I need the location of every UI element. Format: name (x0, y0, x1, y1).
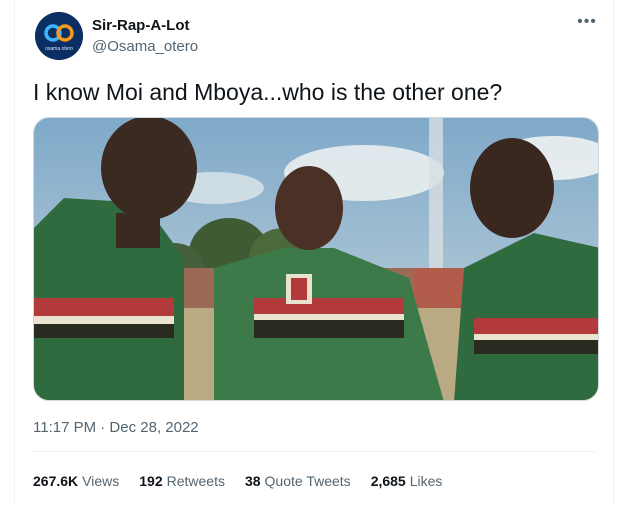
user-info: Sir-Rap-A-Lot @Osama_otero (92, 16, 198, 57)
likes-stat[interactable]: 2,685 Likes (371, 471, 443, 491)
avatar-logo: osama otero (35, 12, 83, 60)
retweets-count: 192 (139, 473, 163, 489)
tweet-timestamp[interactable]: 11:17 PM · Dec 28, 2022 (33, 418, 199, 438)
views-count: 267.6K (33, 473, 79, 489)
tweet-text: I know Moi and Mboya...who is the other … (33, 79, 503, 105)
more-horizontal-icon[interactable]: ••• (575, 14, 599, 34)
views-stat[interactable]: 267.6K Views (33, 471, 119, 491)
divider (33, 451, 597, 452)
likes-label: Likes (409, 473, 443, 489)
photo-image (34, 118, 598, 400)
tweet-photo[interactable] (33, 117, 599, 401)
avatar-label: osama otero (45, 46, 73, 52)
tweet-stats: 267.6K Views 192 Retweets 38 Quote Tweets 2… (33, 471, 462, 491)
quote-tweets-label: Quote Tweets (264, 473, 351, 489)
quote-tweets-count: 38 (244, 473, 261, 489)
quote-tweets-stat[interactable]: 38 Quote Tweets (245, 471, 351, 491)
retweets-label: Retweets (166, 473, 225, 489)
views-label: Views (82, 473, 120, 489)
retweets-stat[interactable]: 192 Retweets (139, 471, 225, 491)
likes-count: 2,685 (370, 473, 406, 489)
display-name[interactable]: Sir-Rap-A-Lot (92, 16, 198, 36)
avatar[interactable]: osama otero (35, 12, 83, 60)
tweet-card: osama otero Sir-Rap-A-Lot @Osama_otero •… (14, 0, 614, 505)
user-handle[interactable]: @Osama_otero (92, 37, 198, 57)
